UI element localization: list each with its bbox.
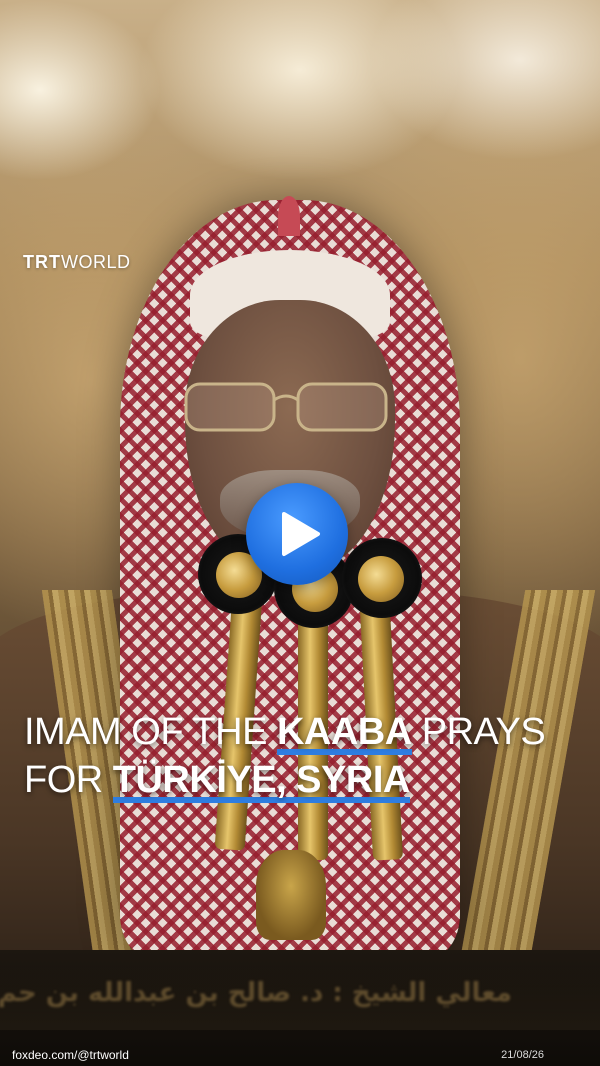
play-icon: [282, 512, 320, 556]
date-label: 21/08/26: [501, 1049, 544, 1061]
logo-trt: TRT: [23, 252, 61, 272]
arabic-caption: معالي الشيخ : د. صالح بن عبدالله بن حم: [0, 978, 512, 1008]
logo-world: WORLD: [61, 252, 131, 272]
play-button[interactable]: [246, 483, 348, 585]
video-frame[interactable]: TRT WORLD IMAM OF THE KAABA PRAYS FOR TÜR…: [0, 0, 600, 1066]
headline-emphasis-kaaba: KAABA: [276, 711, 412, 753]
headline-line-2: FOR TÜRKİYE, SYRIA: [24, 756, 584, 804]
headline-line-1-suffix: PRAYS: [411, 711, 546, 753]
headline-line-2-prefix: FOR: [24, 759, 113, 801]
microphone-ring-right: [358, 556, 404, 602]
glasses-icon: [184, 382, 388, 432]
source-handle[interactable]: foxdeo.com/@trtworld: [12, 1048, 129, 1062]
microphone-base: [256, 850, 326, 940]
headline: IMAM OF THE KAABA PRAYS FOR TÜRKİYE, SYR…: [24, 708, 584, 804]
headdress-tip: [278, 196, 300, 236]
headline-emphasis-countries: TÜRKİYE, SYRIA: [112, 759, 411, 801]
headline-line-1-prefix: IMAM OF THE: [24, 711, 277, 753]
headline-line-1: IMAM OF THE KAABA PRAYS: [24, 708, 584, 756]
trt-world-logo: TRT WORLD: [23, 252, 131, 273]
